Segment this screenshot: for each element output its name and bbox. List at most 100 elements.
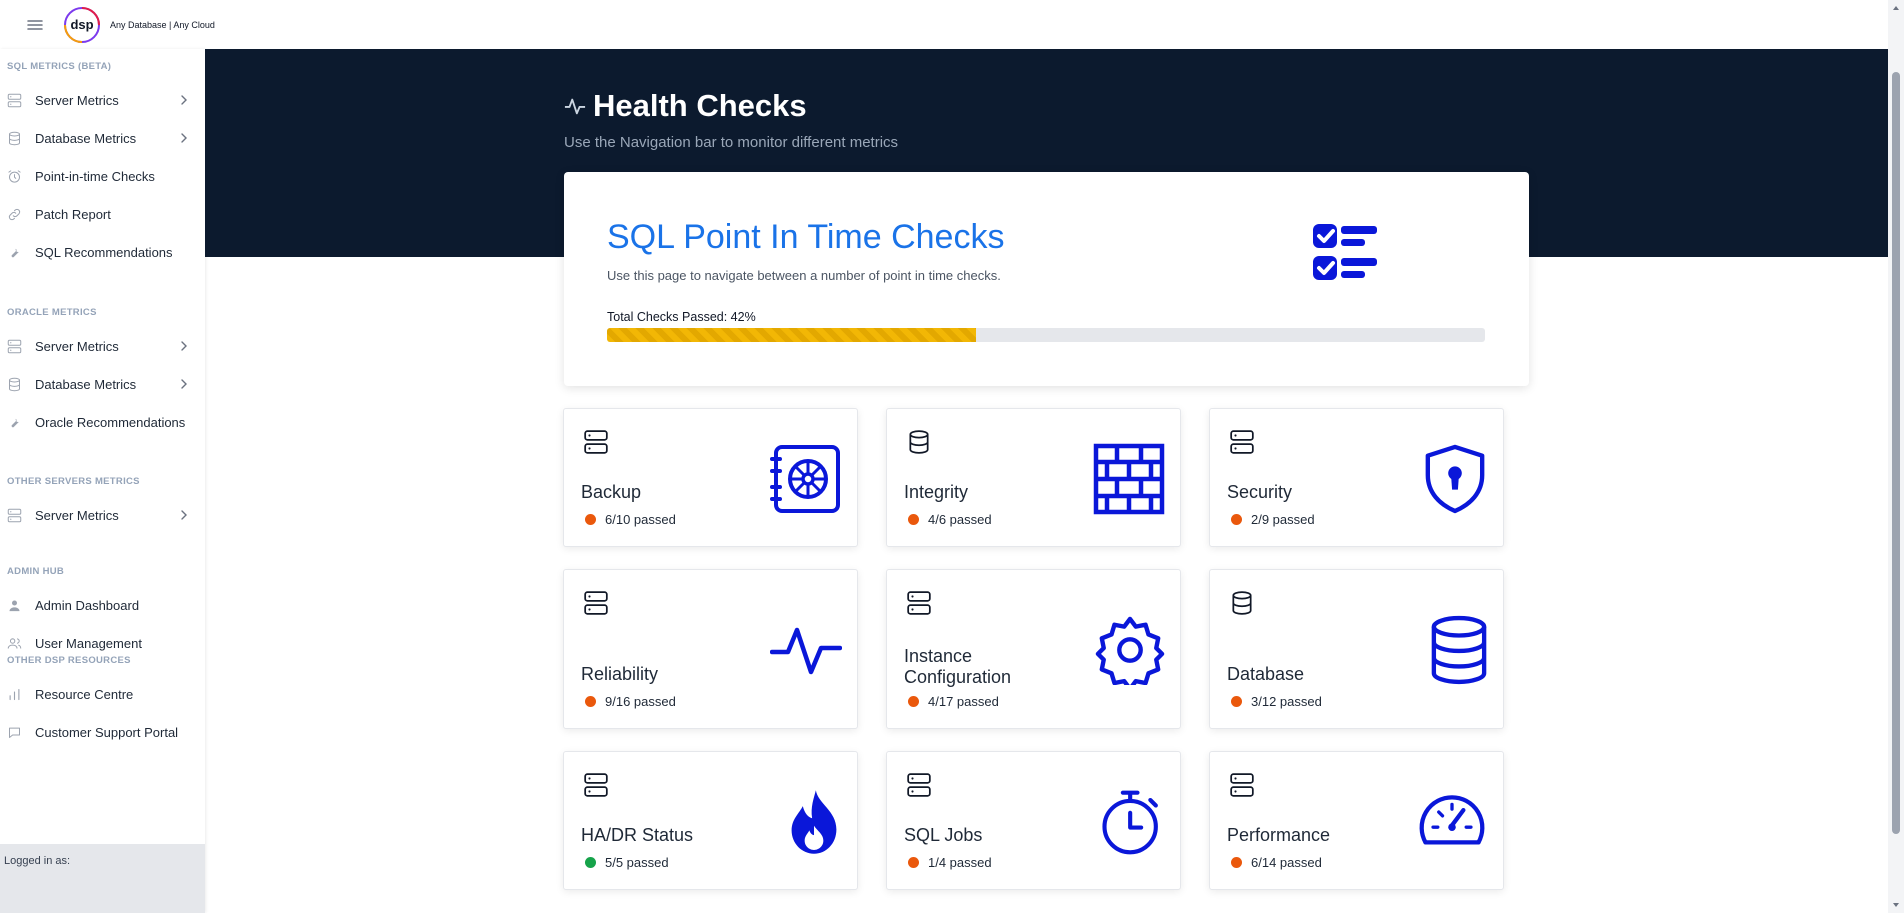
wrench-icon [11,248,19,257]
sidebar-item-admin-dashboard[interactable]: Admin Dashboard [0,586,205,624]
sidebar-section-title: ORACLE METRICS [7,307,97,318]
flame-icon [791,790,837,854]
health-card-instance-configuration[interactable]: Instance Configuration 4/17 passed [886,569,1181,729]
sidebar-item-database-metrics[interactable]: Database Metrics [0,119,205,157]
checklist-icon [1313,224,1377,280]
logged-in-footer: Logged in as: [0,844,205,913]
card-title: Instance Configuration [904,646,1012,687]
status-dot [1231,696,1242,707]
database-stack-icon [1431,615,1487,685]
logo-text: dsp [70,17,93,32]
sidebar-item-server-metrics[interactable]: Server Metrics [0,496,205,534]
database-icon [1232,591,1252,615]
card-title: Security [1227,482,1293,502]
user-icon [9,600,20,611]
server-icon [1230,430,1254,454]
wrench-icon [11,418,19,427]
sidebar-item-resource-centre[interactable]: Resource Centre [0,675,205,713]
progress-fill [607,328,976,342]
status-dot [585,857,596,868]
scrollbar[interactable] [1888,0,1904,913]
brick-wall-icon [1093,443,1165,515]
sidebar-item-server-metrics[interactable]: Server Metrics [0,81,205,119]
progress-label: Total Checks Passed: 42% [607,310,756,324]
card-passed: 2/9 passed [1231,512,1315,527]
sidebar-item-label: Resource Centre [35,686,134,702]
sidebar-item-label: Database Metrics [35,376,137,392]
card-title: Database [1227,664,1305,684]
sidebar-section-title: OTHER SERVERS METRICS [7,476,140,487]
sidebar-item-oracle-recommendations[interactable]: Oracle Recommendations [0,403,205,441]
chevron-right-icon[interactable] [178,340,190,352]
health-card-sql-jobs[interactable]: SQL Jobs 1/4 passed [886,751,1181,890]
page-header: Health Checks Use the Navigation bar to … [564,88,1464,151]
hamburger-menu-icon[interactable] [26,18,44,32]
server-icon [584,591,608,615]
pulse-icon [770,627,842,675]
top-bar: dsp Any Database | Any Cloud [0,0,1888,49]
card-passed: 9/16 passed [585,694,676,709]
stopwatch-icon [1102,790,1158,855]
health-card-ha-dr-status[interactable]: HA/DR Status 5/5 passed [563,751,858,890]
server-icon [7,508,22,522]
link-icon [8,208,21,220]
sidebar-section-title: SQL METRICS (BETA) [7,61,112,72]
passed-text: 3/12 passed [1251,694,1322,709]
card-title: Reliability [581,664,659,684]
chevron-right-icon[interactable] [178,509,190,521]
sidebar-item-label: User Management [35,635,142,651]
sidebar-item-sql-recommendations[interactable]: SQL Recommendations [0,233,205,271]
health-card-reliability[interactable]: Reliability 9/16 passed [563,569,858,729]
sidebar-section-title: OTHER DSP RESOURCES [7,655,131,666]
passed-text: 2/9 passed [1251,512,1315,527]
health-card-integrity[interactable]: Integrity 4/6 passed [886,408,1181,547]
passed-text: 1/4 passed [928,855,992,870]
scrollbar-thumb[interactable] [1892,72,1900,834]
scroll-down-arrow-icon[interactable] [1892,901,1900,909]
card-title: Integrity [904,482,969,502]
safe-icon [770,445,840,513]
chevron-right-icon[interactable] [178,378,190,390]
database-icon [909,430,929,454]
dsp-logo[interactable]: dsp [62,5,102,45]
gear-icon [1095,616,1165,685]
health-card-database[interactable]: Database 3/12 passed [1209,569,1504,729]
status-dot [908,857,919,868]
chat-icon [9,727,20,738]
card-passed: 6/14 passed [1231,855,1322,870]
status-dot [585,696,596,707]
sidebar-section: OTHER DSP RESOURCES Resource Centre Custom… [0,651,205,751]
passed-text: 9/16 passed [605,694,676,709]
database-icon [9,131,20,145]
card-passed: 5/5 passed [585,855,669,870]
sidebar-item-database-metrics[interactable]: Database Metrics [0,365,205,403]
page-title: Health Checks [593,88,807,123]
sidebar-item-label: Patch Report [35,206,111,222]
health-card-backup[interactable]: Backup 6/10 passed [563,408,858,547]
status-dot [1231,514,1242,525]
sidebar-section: ADMIN HUB Admin Dashboard User Management [0,562,205,662]
card-title: SQL Jobs [904,825,983,845]
sidebar-item-customer-support-portal[interactable]: Customer Support Portal [0,713,205,751]
chevron-right-icon[interactable] [178,94,190,106]
health-card-security[interactable]: Security 2/9 passed [1209,408,1504,547]
card-passed: 1/4 passed [908,855,992,870]
server-icon [584,430,608,454]
summary-card: SQL Point In Time Checks Use this page t… [564,172,1529,386]
sidebar-section: ORACLE METRICS Server Metrics Database Met… [0,303,205,441]
server-icon [7,93,22,107]
card-passed: 3/12 passed [1231,694,1322,709]
tagline: Any Database | Any Cloud [110,19,215,30]
alarm-icon [8,169,21,183]
chevron-right-icon[interactable] [178,132,190,144]
scroll-up-arrow-icon[interactable] [1892,4,1900,12]
sidebar-item-label: Server Metrics [35,507,119,523]
sidebar-item-server-metrics[interactable]: Server Metrics [0,327,205,365]
sidebar-item-patch-report[interactable]: Patch Report [0,195,205,233]
server-icon [907,773,931,797]
status-dot [908,696,919,707]
card-title: HA/DR Status [581,825,694,845]
health-card-performance[interactable]: Performance 6/14 passed [1209,751,1504,890]
sidebar-item-point-in-time-checks[interactable]: Point-in-time Checks [0,157,205,195]
users-icon [7,637,22,649]
